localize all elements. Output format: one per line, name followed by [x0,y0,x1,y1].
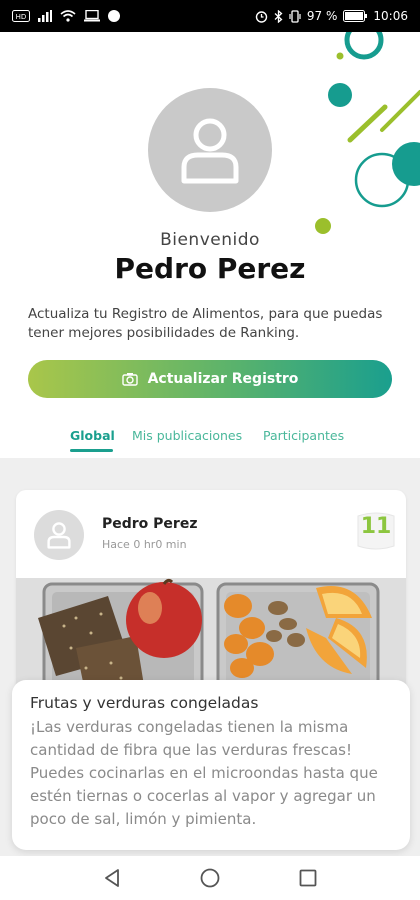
back-button[interactable] [98,864,126,892]
deco-dot-teal [328,83,352,107]
svg-text:HD: HD [16,13,27,21]
deco-ring-top [344,32,384,60]
welcome-text: Bienvenido [160,230,260,250]
update-record-button[interactable]: Actualizar Registro [28,360,392,398]
feed-tabs: Global Mis publicaciones Participantes [70,424,390,454]
screen-cast-icon [84,10,100,22]
camera-icon [121,373,138,386]
status-bar: HD 97 % 10:06 [0,0,420,32]
user-name: Pedro Perez [114,252,306,285]
home-icon [200,868,220,888]
post-author-avatar[interactable] [34,510,84,560]
tab-participants[interactable]: Participantes [263,428,344,443]
profile-avatar[interactable] [148,88,272,212]
battery-icon [343,10,368,22]
deco-ring-large [354,152,410,208]
vibrate-icon [289,9,301,23]
tip-body: ¡Las verduras congeladas tienen la misma… [30,718,378,828]
dot-icon [108,10,120,22]
post-score: 11 [360,514,392,539]
post-author: Pedro Perez [102,516,198,532]
status-right-icons: 97 % 10:06 [255,9,408,23]
home-button[interactable] [196,864,224,892]
wifi-icon [60,10,76,22]
post-time: Hace 0 hr0 min [102,538,187,551]
tab-global[interactable]: Global [70,428,115,443]
deco-dot-small [336,52,344,60]
deco-line-1 [347,104,388,143]
navigation-bar [0,856,420,900]
tab-my-posts[interactable]: Mis publicaciones [132,428,242,443]
nfc-icon: HD [12,10,30,22]
status-left-icons: HD [12,10,120,22]
user-icon [47,522,71,549]
deco-dot-large [392,142,420,186]
bluetooth-icon [274,9,283,23]
tip-title: Frutas y verduras congeladas [30,694,259,712]
recents-icon [299,869,317,887]
user-icon [181,118,239,184]
back-icon [105,869,119,887]
deco-line-2 [380,90,420,132]
alarm-icon [255,10,268,23]
battery-percent: 97 % [306,9,338,23]
clock: 10:06 [373,9,408,23]
active-tab-indicator [70,449,113,452]
info-text: Actualiza tu Registro de Alimentos, para… [28,306,383,341]
signal-icon [38,10,52,22]
tip-card[interactable]: Frutas y verduras congeladas ¡Las verdur… [12,680,410,850]
update-record-label: Actualizar Registro [147,371,299,387]
recents-button[interactable] [294,864,322,892]
